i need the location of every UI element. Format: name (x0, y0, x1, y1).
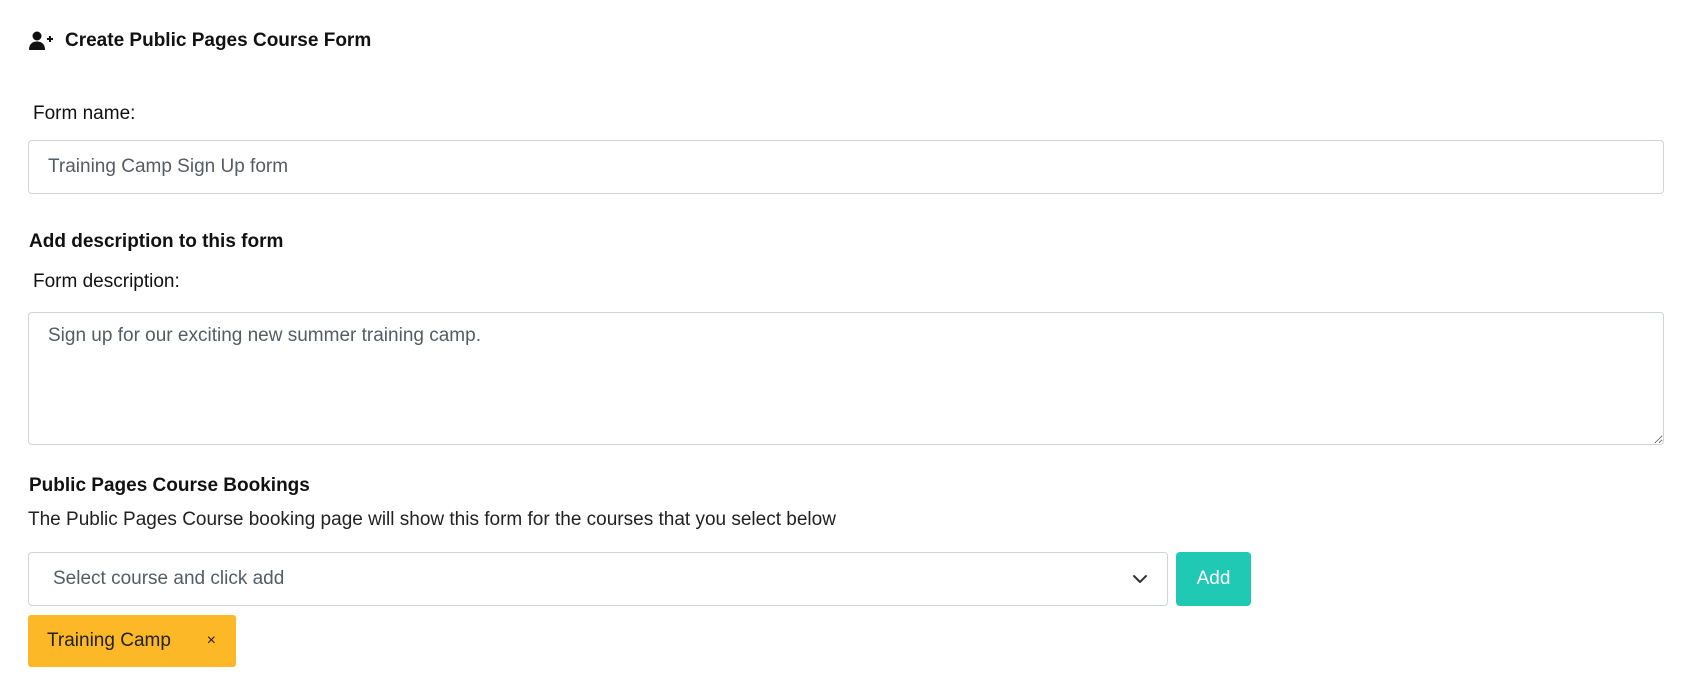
description-section-title: Add description to this form (29, 231, 284, 252)
course-select-placeholder: Select course and click add (53, 568, 285, 589)
add-course-button[interactable]: Add (1176, 552, 1251, 606)
selected-course-tag: Training Camp × (28, 615, 236, 667)
bookings-description: The Public Pages Course booking page wil… (28, 509, 836, 530)
form-name-label: Form name: (33, 103, 136, 124)
chevron-down-icon (1131, 570, 1149, 588)
page-header: Create Public Pages Course Form (29, 30, 371, 52)
selected-course-label: Training Camp (47, 630, 171, 651)
bookings-section-title: Public Pages Course Bookings (29, 475, 310, 496)
create-course-form-page: Create Public Pages Course Form Form nam… (0, 0, 1689, 687)
remove-course-icon[interactable]: × (207, 632, 216, 650)
form-name-input[interactable] (28, 140, 1664, 194)
page-title: Create Public Pages Course Form (65, 30, 372, 51)
form-description-label: Form description: (33, 271, 180, 292)
course-select[interactable]: Select course and click add (28, 552, 1168, 606)
user-plus-icon (29, 31, 53, 51)
form-description-textarea[interactable]: Sign up for our exciting new summer trai… (28, 312, 1664, 445)
